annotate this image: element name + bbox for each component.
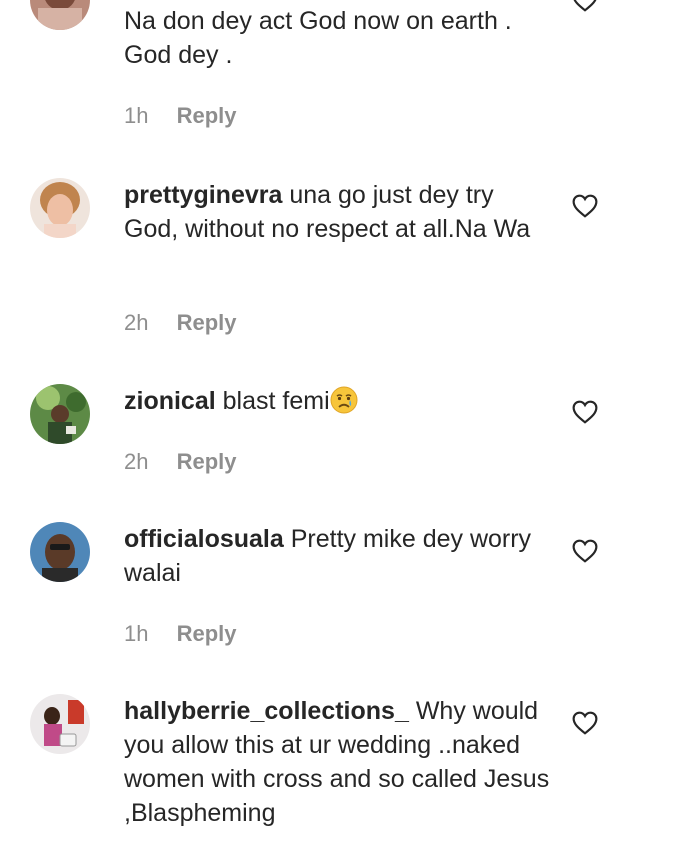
avatar[interactable] <box>30 694 90 754</box>
heart-outline-icon[interactable] <box>572 194 598 218</box>
heart-outline-icon[interactable] <box>572 711 598 735</box>
avatar[interactable] <box>30 384 90 444</box>
reply-button[interactable]: Reply <box>177 103 237 128</box>
comment-meta: 2h Reply <box>124 448 237 476</box>
comment-text: prettyginevra una go just dey try God, w… <box>124 178 554 246</box>
avatar[interactable] <box>30 178 90 238</box>
comment-username[interactable]: prettyginevra <box>124 181 282 209</box>
crying-face-icon <box>330 386 358 414</box>
avatar[interactable] <box>30 522 90 582</box>
avatar[interactable] <box>30 0 90 30</box>
comment-body: blast femi <box>222 387 330 415</box>
comment-time: 1h <box>124 103 149 128</box>
heart-outline-icon[interactable] <box>572 0 598 12</box>
comment-time: 2h <box>124 310 149 335</box>
comment-text: officialosuala Pretty mike dey worry wal… <box>124 522 554 590</box>
comment-meta: 2h Reply <box>124 309 237 337</box>
comment-text: hallyberrie_collections_ Why would you a… <box>124 694 554 830</box>
comment-username[interactable]: zionical <box>124 387 216 415</box>
comment-time: 2h <box>124 449 149 474</box>
comment-username[interactable]: hallyberrie_collections_ <box>124 697 409 725</box>
reply-button[interactable]: Reply <box>177 621 237 646</box>
heart-outline-icon[interactable] <box>572 400 598 424</box>
comment-time: 1h <box>124 621 149 646</box>
comment-username[interactable]: officialosuala <box>124 525 284 553</box>
comment-meta: 1h Reply <box>124 620 237 648</box>
comment-text: zionical blast femi <box>124 384 554 418</box>
comment-text: Na don dey act God now on earth . God de… <box>124 7 512 69</box>
reply-button[interactable]: Reply <box>177 449 237 474</box>
heart-outline-icon[interactable] <box>572 539 598 563</box>
reply-button[interactable]: Reply <box>177 310 237 335</box>
comment-meta: 1h Reply <box>124 102 237 130</box>
